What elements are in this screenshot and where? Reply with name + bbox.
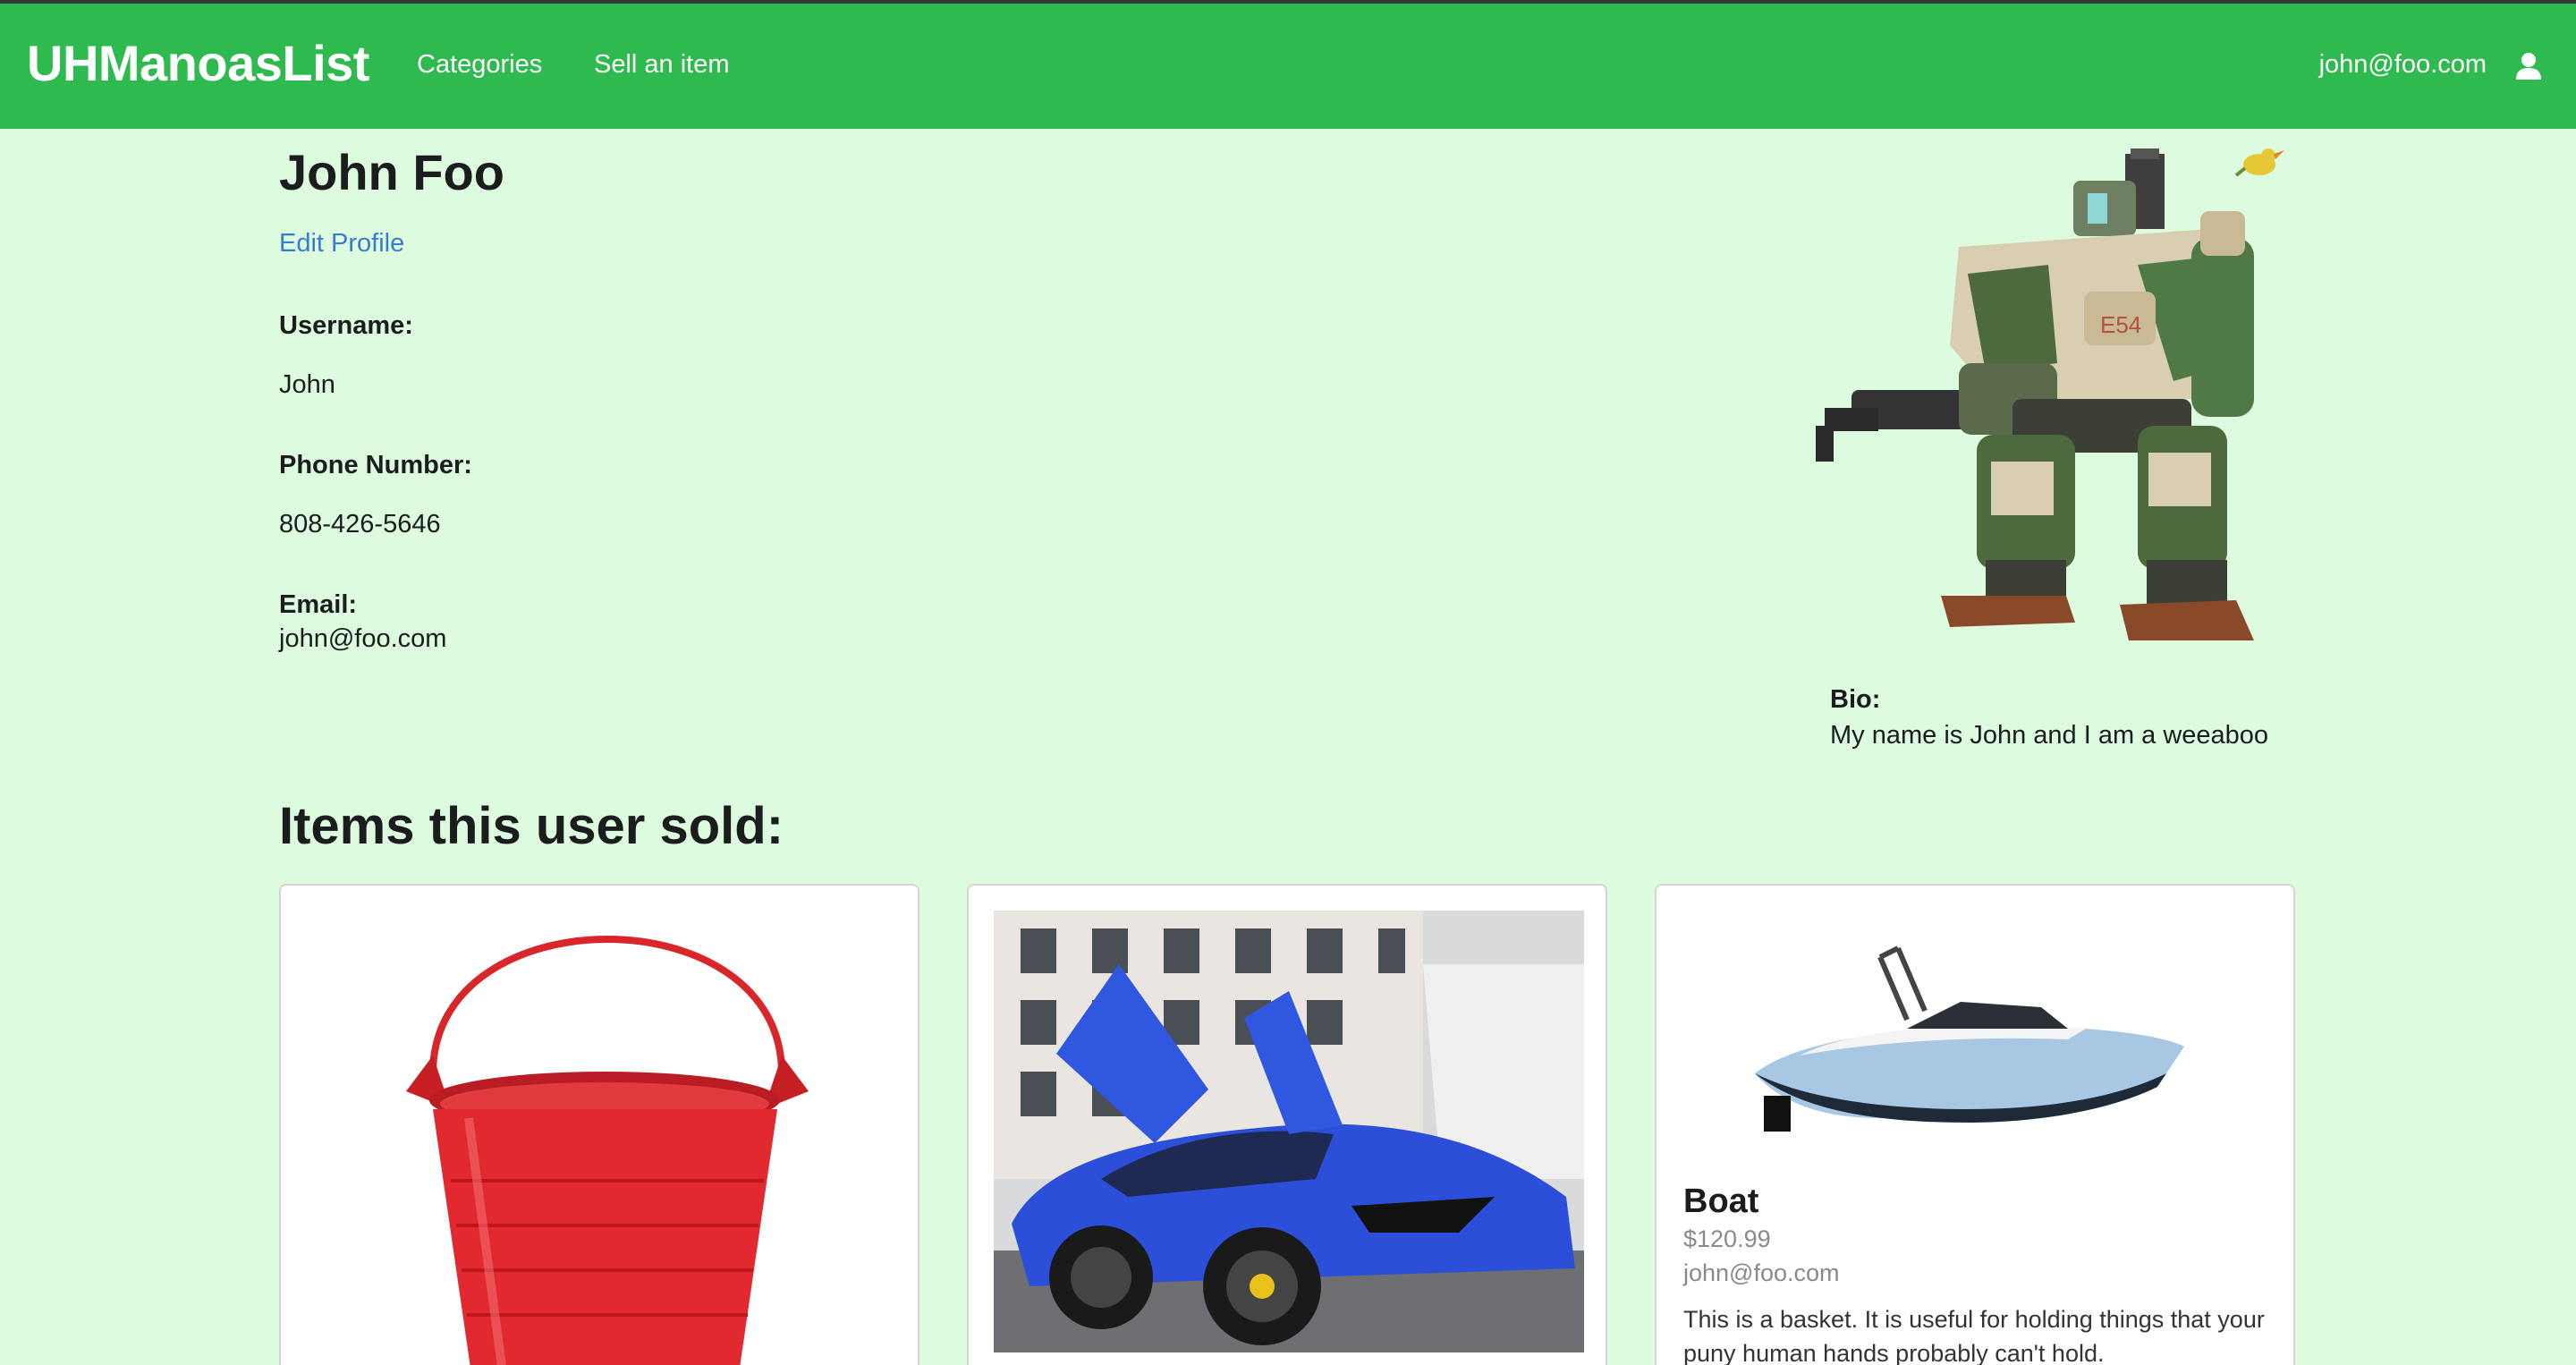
item-card[interactable] bbox=[279, 884, 919, 1365]
email-value: john@foo.com bbox=[279, 624, 447, 653]
username-label: Username: bbox=[279, 311, 413, 340]
item-price: $120.99 bbox=[1683, 1225, 1771, 1252]
nav-user-email[interactable]: john@foo.com bbox=[2319, 50, 2487, 80]
speedboat-image bbox=[1755, 945, 2184, 1132]
profile-name: John Foo bbox=[279, 144, 504, 200]
item-seller-email: john@foo.com bbox=[1683, 1259, 1840, 1286]
item-card[interactable] bbox=[967, 884, 1607, 1365]
red-bucket-image bbox=[281, 886, 918, 1365]
nav-sell-item-link[interactable]: Sell an item bbox=[594, 50, 730, 80]
blue-sports-car-image bbox=[994, 911, 1584, 1352]
profile-avatar-robot: E54 bbox=[1816, 148, 2284, 640]
items-sold-heading: Items this user sold: bbox=[279, 797, 784, 855]
phone-value: 808-426-5646 bbox=[279, 510, 441, 538]
user-icon[interactable] bbox=[2515, 52, 2542, 81]
nav-categories-link[interactable]: Categories bbox=[417, 50, 542, 80]
username-value: John bbox=[279, 370, 335, 399]
item-name[interactable]: Boat bbox=[1683, 1183, 1758, 1221]
item-card[interactable]: Boat $120.99 john@foo.com This is a bask… bbox=[1655, 884, 2295, 1365]
email-label: Email: bbox=[279, 590, 358, 619]
edit-profile-link[interactable]: Edit Profile bbox=[279, 229, 404, 259]
bio-label: Bio: bbox=[1830, 685, 1881, 714]
item-description: This is a basket. It is useful for holdi… bbox=[1683, 1306, 2265, 1365]
bio-text: My name is John and I am a weeaboo bbox=[1830, 721, 2269, 750]
top-navbar: UHManoasList Categories Sell an item joh… bbox=[0, 4, 2576, 129]
phone-label: Phone Number: bbox=[279, 451, 472, 479]
svg-text:E54: E54 bbox=[2100, 311, 2141, 338]
brand-logo[interactable]: UHManoasList bbox=[27, 34, 369, 92]
